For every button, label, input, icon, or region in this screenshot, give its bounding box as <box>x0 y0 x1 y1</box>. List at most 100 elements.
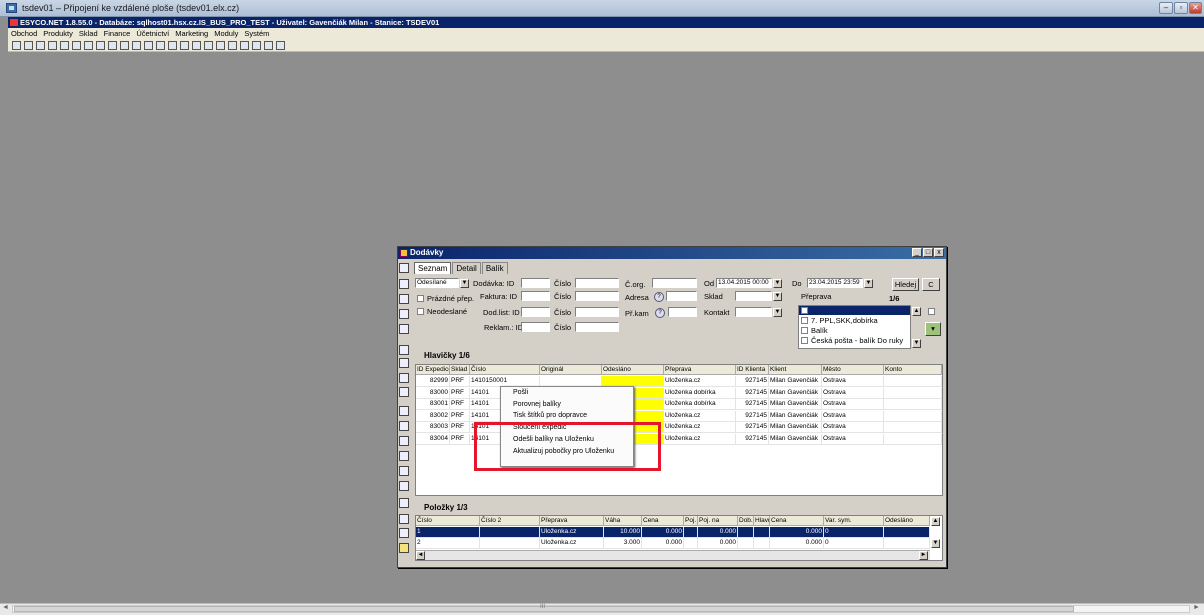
table-cell[interactable]: Uloženka.cz <box>664 410 736 422</box>
preprava-list-selected[interactable] <box>799 306 910 315</box>
copy-icon[interactable] <box>399 309 409 319</box>
table-cell[interactable]: 1 <box>416 527 480 538</box>
toolbar-icon[interactable] <box>12 41 21 50</box>
table-cell[interactable]: PRF <box>450 433 470 445</box>
menu-obchod[interactable]: Obchod <box>8 28 40 39</box>
table-cell[interactable] <box>884 422 942 433</box>
col-header[interactable]: Konto <box>884 365 942 375</box>
tab-seznam[interactable]: Seznam <box>414 262 452 274</box>
table-cell[interactable]: Ostrava <box>822 387 884 399</box>
col-header[interactable]: Poj. na <box>698 516 738 526</box>
toolbar-icon[interactable] <box>276 41 285 50</box>
kontakt-select[interactable] <box>735 307 772 317</box>
col-header[interactable]: Cena <box>770 516 824 526</box>
col-header[interactable]: Váha <box>604 516 642 526</box>
table-cell[interactable]: PRF <box>450 422 470 433</box>
col-header[interactable]: Hlavní <box>754 516 770 526</box>
menu-marketing[interactable]: Marketing <box>172 28 211 39</box>
table-cell[interactable]: 83000 <box>416 387 450 399</box>
table-cell[interactable]: Uloženka.cz <box>664 376 736 387</box>
close-icon[interactable]: x <box>934 248 944 257</box>
preprava-checkbox[interactable] <box>801 337 808 344</box>
add-icon[interactable] <box>399 263 409 273</box>
table-cell[interactable] <box>754 527 770 538</box>
table-cell[interactable]: 0.000 <box>642 527 684 538</box>
faktura-cislo-input[interactable] <box>575 291 619 301</box>
table-cell[interactable]: 83002 <box>416 410 450 422</box>
toolbar-icon[interactable] <box>120 41 129 50</box>
col-header[interactable]: Var. sym. <box>824 516 884 526</box>
prev-record-icon[interactable] <box>399 358 409 368</box>
table-cell[interactable]: 83003 <box>416 422 450 433</box>
col-header[interactable]: Dob. <box>738 516 754 526</box>
table-cell[interactable] <box>884 387 942 399</box>
table-cell[interactable] <box>754 538 770 549</box>
scroll-right-icon[interactable]: ► <box>919 551 928 560</box>
table-cell[interactable]: 0.000 <box>642 538 684 549</box>
table-icon[interactable] <box>399 421 409 431</box>
ctx-tisk-stitku[interactable]: Tisk štítků pro dopravce <box>513 412 587 419</box>
toolbar-icon[interactable] <box>192 41 201 50</box>
print-icon[interactable] <box>399 451 409 461</box>
col-header[interactable]: Číslo 2 <box>480 516 540 526</box>
ctx-posli[interactable]: Pošli <box>513 389 528 396</box>
table-cell[interactable]: Uloženka dobírka <box>664 387 736 399</box>
chevron-down-icon[interactable]: ▼ <box>773 292 782 301</box>
c-button[interactable]: C <box>922 278 940 291</box>
do-date-input[interactable]: 23.04.2015 23:59 <box>807 278 863 288</box>
table-cell[interactable] <box>884 538 930 549</box>
table-cell[interactable] <box>738 527 754 538</box>
col-header[interactable]: Číslo <box>470 365 540 375</box>
table-cell[interactable] <box>884 527 930 538</box>
dodavky-title-bar[interactable]: Dodávky _ □ x <box>398 247 946 259</box>
toolbar-icon[interactable] <box>228 41 237 50</box>
preprava-all-checkbox[interactable] <box>928 308 935 315</box>
scroll-right-icon[interactable]: ► <box>1193 604 1200 611</box>
toolbar-icon[interactable] <box>84 41 93 50</box>
col-header[interactable]: Číslo <box>416 516 480 526</box>
status-select[interactable]: Odesílané <box>415 278 459 288</box>
table-cell[interactable]: 82999 <box>416 376 450 387</box>
table-cell[interactable]: 3.000 <box>604 538 642 549</box>
table-cell[interactable] <box>684 538 698 549</box>
toolbar-icon[interactable] <box>264 41 273 50</box>
reklam-cislo-input[interactable] <box>575 322 619 332</box>
close-icon[interactable]: ✕ <box>1189 2 1202 14</box>
table-cell[interactable] <box>884 410 942 422</box>
table-cell[interactable]: 0.000 <box>770 538 824 549</box>
toolbar-icon[interactable] <box>168 41 177 50</box>
refresh-icon[interactable] <box>399 466 409 476</box>
table-cell[interactable]: PRF <box>450 410 470 422</box>
table-cell[interactable]: Uloženka dobírka <box>664 399 736 410</box>
table-cell[interactable]: PRF <box>450 376 470 387</box>
menu-system[interactable]: Systém <box>241 28 272 39</box>
sklad-select[interactable] <box>735 291 772 301</box>
table-cell[interactable] <box>884 399 942 410</box>
table-cell[interactable]: 927145 <box>736 387 769 399</box>
menu-ucetnictvi[interactable]: Účetnictví <box>133 28 172 39</box>
preprava-checkbox[interactable] <box>801 307 808 314</box>
hledej-button[interactable]: Hledej <box>892 278 919 291</box>
table-cell[interactable] <box>684 527 698 538</box>
table-cell[interactable]: PRF <box>450 399 470 410</box>
table-cell[interactable]: 927145 <box>736 422 769 433</box>
scroll-up-icon[interactable]: ▲ <box>912 307 921 316</box>
toolbar-icon[interactable] <box>180 41 189 50</box>
maximize-icon[interactable]: ▫ <box>1174 2 1188 14</box>
minimize-icon[interactable]: ‒ <box>1159 2 1173 14</box>
toolbar-icon[interactable] <box>24 41 33 50</box>
table-cell[interactable]: Uloženka.cz <box>540 538 604 549</box>
blank-icon[interactable] <box>399 528 409 538</box>
table-cell[interactable]: 10.000 <box>604 527 642 538</box>
table-cell[interactable]: 2 <box>416 538 480 549</box>
table-cell[interactable]: 0.000 <box>698 538 738 549</box>
delete-icon[interactable] <box>399 324 409 334</box>
chevron-down-icon[interactable]: ▼ <box>773 308 782 317</box>
table-cell[interactable]: 927145 <box>736 376 769 387</box>
table-cell[interactable] <box>884 376 942 387</box>
toolbar-icon[interactable] <box>132 41 141 50</box>
table-cell[interactable]: Ostrava <box>822 399 884 410</box>
rdp-title-bar[interactable]: tsdev01 – Připojení ke vzdálené ploše (t… <box>0 0 1204 17</box>
check-icon[interactable] <box>399 294 409 304</box>
ctx-porovnej-baliky[interactable]: Porovnej balíky <box>513 401 561 408</box>
